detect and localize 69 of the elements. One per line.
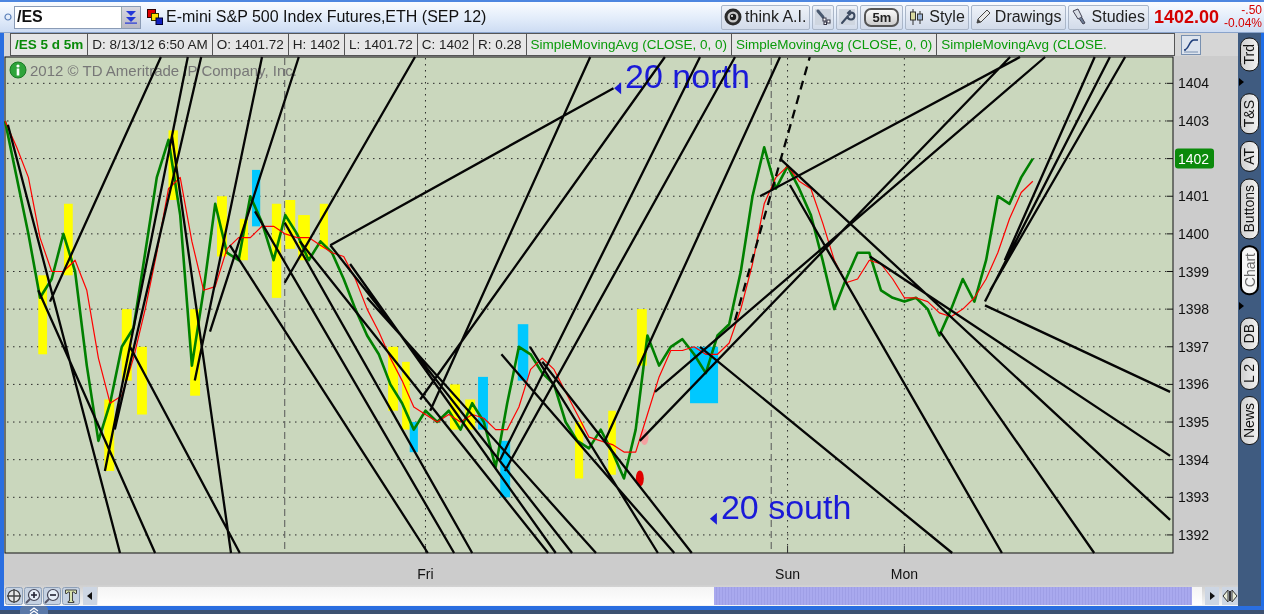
info-cell: D: 8/13/12 6:50 AM (88, 34, 213, 55)
note-text: 20 south (720, 487, 852, 526)
zoom-out-icon[interactable] (43, 586, 61, 605)
info-cell: H: 1402 (288, 34, 345, 55)
percent-change: -0.04% (1223, 17, 1262, 30)
drawings-button[interactable]: Drawings (970, 4, 1066, 30)
axis-label: 1399 (1178, 263, 1210, 280)
pencil-icon (973, 8, 992, 26)
style-button[interactable]: Style (905, 4, 969, 30)
last-price: 1402.00 (1153, 6, 1219, 28)
info-cell: O: 1401.72 (212, 34, 289, 55)
wrench-icon (838, 8, 857, 26)
eye-icon (724, 8, 743, 26)
side-tab[interactable]: AT (1240, 140, 1259, 172)
zoom-in-icon[interactable] (24, 586, 42, 605)
chart-symbol-cell: /ES 5 d 5m (11, 34, 89, 55)
study-cell: SimpleMovingAvg (CLOSE, 0, 0) (731, 34, 938, 55)
side-tab[interactable]: L 2 (1240, 356, 1259, 390)
symbol-combo-box[interactable]: /ES (14, 5, 141, 29)
axis-label: Fri (417, 566, 434, 582)
tools-icon (814, 8, 833, 26)
study-cell: SimpleMovingAvg (CLOSE. (937, 34, 1175, 55)
timeframe-button[interactable]: 5m (860, 4, 904, 30)
axis-label: 1397 (1178, 338, 1210, 355)
axis-label: 1395 (1178, 414, 1210, 431)
dropdown-button[interactable] (121, 6, 140, 28)
overlapping-squares-icon (147, 9, 163, 25)
axis-label: 1401 (1178, 188, 1210, 205)
last-price-label: 1402 (1175, 148, 1214, 169)
axis-label: 1396 (1178, 376, 1210, 393)
curve-icon[interactable] (1181, 34, 1201, 55)
triangle-icon (1239, 78, 1244, 87)
axis-label: Mon (890, 566, 918, 582)
studies-button[interactable]: Studies (1067, 4, 1149, 30)
settings-button[interactable] (836, 4, 859, 30)
side-tab[interactable]: T&S (1240, 93, 1259, 135)
axis-label: 1398 (1178, 301, 1210, 318)
triangle-icon (1239, 302, 1244, 311)
info-cell: C: 1402 (417, 34, 475, 55)
assistant-button[interactable]: think A.I. (721, 4, 811, 30)
axis-label: 1393 (1178, 489, 1210, 506)
pointer-icon (709, 512, 717, 525)
side-tab[interactable]: Buttons (1240, 177, 1259, 240)
instrument-title: E-mini S&P 500 Index Futures,ETH (SEP 12) (166, 8, 487, 26)
dot-icon (640, 429, 649, 446)
double-chevron-up-icon[interactable] (20, 606, 48, 614)
pointer-icon (614, 82, 622, 95)
crosshair-icon[interactable] (5, 586, 23, 605)
axis-label: 1394 (1178, 451, 1210, 468)
axis-label: Sun (775, 566, 800, 582)
study-cell: SimpleMovingAvg (CLOSE, 0, 0) (526, 34, 732, 55)
axis-label: 1403 (1178, 113, 1210, 129)
circle-icon (4, 13, 12, 21)
text-tool-icon[interactable] (62, 586, 80, 605)
scrollbar-thumb[interactable] (714, 586, 1192, 605)
axis-label: 1392 (1178, 526, 1210, 543)
net-change: -.50 (1241, 4, 1262, 17)
side-tab[interactable]: News (1240, 395, 1259, 445)
info-icon (9, 61, 27, 79)
side-tab[interactable]: Trd (1240, 37, 1259, 72)
axis-label: 1404 (1178, 75, 1210, 92)
axis-label: 1400 (1178, 225, 1210, 242)
side-tab[interactable]: Chart (1240, 245, 1259, 296)
info-cell: L: 1401.72 (344, 34, 418, 55)
dot-icon (635, 470, 644, 487)
side-tab[interactable]: DB (1240, 317, 1259, 351)
tools-button[interactable] (812, 4, 835, 30)
info-cell: R: 0.28 (474, 34, 527, 55)
double-chevron-down-icon (124, 10, 138, 24)
